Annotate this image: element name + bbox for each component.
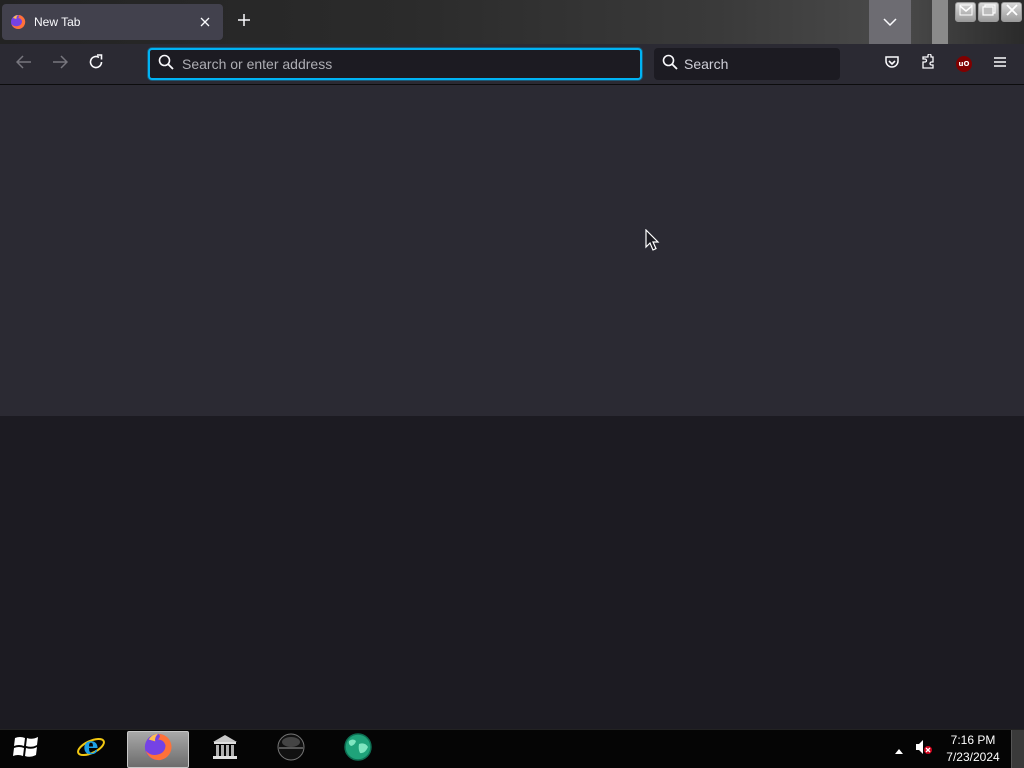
internet-explorer-icon: e — [76, 731, 106, 767]
new-tab-button[interactable] — [230, 8, 258, 36]
volume-muted-icon — [915, 739, 933, 760]
taskbar-item-library[interactable] — [194, 731, 256, 768]
extensions-button[interactable] — [914, 50, 942, 78]
svg-text:e: e — [83, 732, 98, 760]
close-icon — [1005, 3, 1018, 21]
plus-icon — [237, 13, 251, 32]
search-icon — [662, 54, 678, 75]
taskbar: e 7:16 PM 7/23/2024 — [0, 729, 1024, 768]
black-orb-icon — [276, 732, 306, 767]
browser-content-blank — [0, 416, 1024, 729]
open-menu-button[interactable] — [986, 50, 1014, 78]
address-bar[interactable] — [148, 48, 642, 80]
reload-button[interactable] — [82, 50, 110, 78]
maximize-icon — [981, 3, 996, 21]
tab-new-tab[interactable]: New Tab — [2, 4, 223, 40]
green-globe-icon — [343, 732, 373, 767]
forward-button[interactable] — [46, 50, 74, 78]
window-close-button[interactable] — [1001, 2, 1022, 22]
firefox-icon — [143, 732, 173, 767]
extensions-icon — [920, 52, 936, 75]
search-bar[interactable] — [654, 48, 865, 80]
library-building-icon — [210, 732, 240, 767]
desktop-screen: New Tab Search or enter address Search u… — [0, 0, 1024, 768]
start-button[interactable] — [0, 730, 54, 768]
navigation-toolbar: uO — [0, 44, 1024, 85]
back-arrow-icon — [15, 54, 32, 74]
back-button[interactable] — [10, 50, 38, 78]
ublock-origin-icon: uO — [956, 56, 972, 72]
address-input[interactable] — [182, 56, 640, 72]
clock-date: 7/23/2024 — [946, 750, 1000, 764]
maximize-button[interactable] — [978, 2, 999, 22]
list-all-tabs-button[interactable] — [869, 0, 911, 44]
show-hidden-icons-button[interactable] — [892, 730, 906, 768]
pocket-icon — [884, 54, 900, 75]
minimize-button[interactable] — [955, 2, 976, 22]
browser-titlebar: New Tab — [0, 0, 1024, 44]
search-icon — [158, 54, 174, 75]
taskbar-item-internet-explorer[interactable]: e — [60, 731, 122, 768]
taskbar-item-globe-app[interactable] — [327, 731, 389, 768]
reload-icon — [88, 53, 104, 75]
taskbar-item-media-player[interactable] — [260, 731, 322, 768]
tab-title: New Tab — [34, 15, 81, 29]
minimize-icon — [959, 3, 973, 21]
close-icon[interactable] — [195, 12, 215, 32]
show-desktop-button[interactable] — [1011, 730, 1024, 768]
ublock-origin-button[interactable]: uO — [950, 50, 978, 78]
tray-up-arrow-icon — [895, 741, 903, 759]
clock-time: 7:16 PM — [950, 733, 996, 747]
new-tab-page[interactable] — [0, 85, 1024, 416]
volume-button[interactable] — [913, 730, 935, 768]
titlebar-spacer — [932, 0, 948, 44]
hamburger-menu-icon — [993, 55, 1007, 73]
taskbar-item-firefox[interactable] — [127, 731, 189, 768]
forward-arrow-icon — [52, 54, 69, 74]
search-input[interactable] — [684, 56, 865, 72]
firefox-icon — [10, 14, 26, 30]
system-clock[interactable]: 7:16 PM 7/23/2024 — [940, 732, 1006, 766]
chevron-down-icon — [883, 13, 897, 31]
mouse-cursor-icon — [645, 229, 660, 251]
windows-logo-icon — [13, 734, 41, 765]
pocket-button[interactable] — [878, 50, 906, 78]
